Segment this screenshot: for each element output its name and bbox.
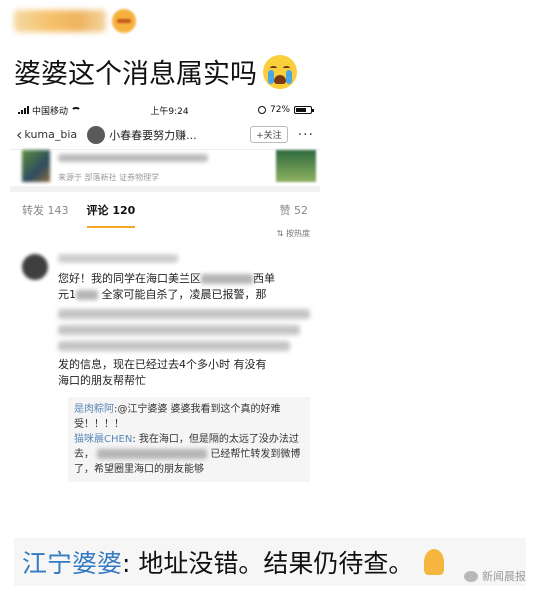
praying-hands-icon: [421, 547, 447, 577]
commenter-name-blurred: [58, 254, 178, 263]
comment-line2a: 元1: [58, 288, 76, 301]
answer-text: : 地址没错。结果仍待查。: [122, 549, 414, 578]
redacted-text: [201, 274, 253, 284]
status-bar: 中国移动 上午9:24 72%: [10, 100, 320, 120]
more-icon[interactable]: ···: [298, 127, 314, 143]
redacted-lines: [58, 309, 310, 351]
reply-author[interactable]: 猫咪晨CHEN: [74, 434, 132, 445]
orientation-lock-icon: [257, 106, 266, 114]
phone-screenshot: 中国移动 上午9:24 72% ‹ kuma_bia 小春春要努力赚... +关…: [10, 100, 320, 518]
comment-line-end2: 海口的朋友帮帮忙: [58, 374, 146, 387]
watermark-text: 新闻晨报: [482, 570, 526, 583]
comment-body: 您好！我的同学在海口美兰区 西单 元1 全家可能自杀了，凌晨已报警，那 发的信息，…: [58, 271, 310, 389]
interaction-tabs: 转发 143 评论 120 赞 52: [10, 192, 320, 228]
status-time: 上午9:24: [150, 106, 189, 117]
answer-author: 江宁婆婆: [22, 549, 123, 578]
answer-banner: 江宁婆婆 : 地址没错。结果仍待查。: [14, 538, 526, 586]
reply-author[interactable]: 是肉粽阿: [74, 404, 114, 415]
carrier-label: 中国移动: [32, 106, 69, 117]
card-source: 来源于 部落新社 证券物理学: [58, 173, 160, 182]
reply-list: 是肉粽阿:@江宁婆婆 婆婆我看到这个真的好难受！！！！ 猫咪晨CHEN: 我在海…: [68, 397, 310, 482]
signal-icon: [18, 106, 29, 114]
post-caption: 婆婆这个消息属实吗: [14, 52, 297, 91]
battery-icon: [294, 106, 314, 114]
crying-face-icon: [263, 54, 297, 89]
back-icon[interactable]: ‹: [16, 125, 22, 144]
battery-percent: 72%: [269, 105, 290, 115]
nav-bar: ‹ kuma_bia 小春春要努力赚... +关注 ···: [10, 120, 320, 150]
post-author: [14, 6, 136, 36]
comment-line2b: 全家可能自杀了，凌晨已报警，那: [101, 288, 267, 301]
author-badge-icon: [112, 9, 136, 33]
comment-line-end1: 发的信息，现在已经过去4个多小时 有没有: [58, 358, 267, 371]
commenter-avatar[interactable]: [22, 254, 48, 280]
redacted-text: [76, 290, 98, 300]
watermark: 新闻晨报: [464, 568, 526, 584]
reply-item: 是肉粽阿:@江宁婆婆 婆婆我看到这个真的好难受！！！！: [74, 402, 304, 432]
tab-comment[interactable]: 评论 120: [86, 202, 135, 228]
shared-card[interactable]: 来源于 部落新社 证券物理学: [10, 150, 320, 192]
caption-text: 婆婆这个消息属实吗: [14, 59, 257, 90]
comment-item: 您好！我的同学在海口美兰区 西单 元1 全家可能自杀了，凌晨已报警，那 发的信息，…: [10, 246, 320, 389]
redacted-text: [97, 449, 208, 459]
follow-button[interactable]: +关注: [250, 126, 288, 143]
comment-line1b: 西单: [253, 272, 275, 285]
card-title-blurred: [58, 154, 208, 162]
sort-toggle[interactable]: ⇅ 按热度: [10, 228, 320, 246]
wechat-icon: [464, 570, 478, 582]
wifi-icon: [71, 106, 82, 114]
tab-like[interactable]: 赞 52: [280, 202, 309, 218]
nav-title: 小春春要努力赚...: [109, 128, 197, 142]
card-thumbnail: [22, 150, 50, 182]
author-name-blurred: [14, 10, 106, 32]
back-label[interactable]: kuma_bia: [24, 128, 77, 141]
comment-line1a: 您好！我的同学在海口美兰区: [58, 272, 201, 285]
avatar[interactable]: [87, 125, 106, 144]
reply-item: 猫咪晨CHEN: 我在海口，但是隔的太远了没办法过去， 已经帮忙转发到微博了，希…: [74, 432, 304, 477]
card-image: [276, 150, 316, 182]
tab-repost[interactable]: 转发 143: [22, 202, 69, 218]
